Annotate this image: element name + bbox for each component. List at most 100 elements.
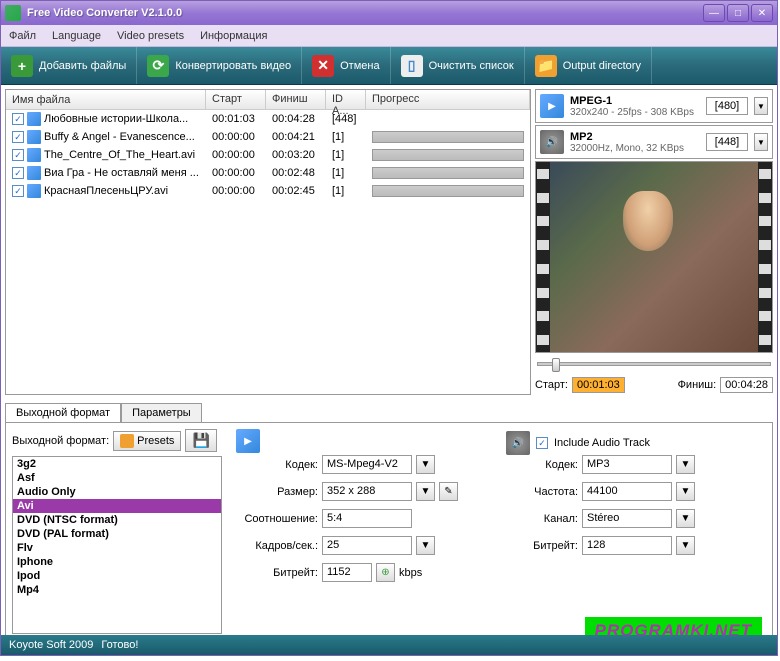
tab-format[interactable]: Выходной формат xyxy=(5,403,121,422)
add-files-button[interactable]: +Добавить файлы xyxy=(1,47,137,84)
audio-codec-select[interactable]: MP3 xyxy=(582,455,672,474)
list-item[interactable]: Ipod xyxy=(13,569,221,583)
checkbox-icon[interactable]: ✓ xyxy=(12,185,24,197)
progress-bar xyxy=(372,167,524,179)
speaker-icon: 🔊 xyxy=(506,431,530,455)
list-item[interactable]: Audio Only xyxy=(13,485,221,499)
menu-presets[interactable]: Video presets xyxy=(117,30,184,42)
video-file-icon xyxy=(27,148,41,162)
audio-format-value[interactable]: [448] xyxy=(706,133,748,151)
progress-bar xyxy=(372,185,524,197)
film-icon: ▶ xyxy=(236,429,260,453)
start-label: Старт: xyxy=(535,379,568,391)
col-start[interactable]: Старт xyxy=(206,90,266,109)
x-icon: ✕ xyxy=(312,55,334,77)
save-icon: 💾 xyxy=(192,432,209,449)
list-item[interactable]: DVD (PAL format) xyxy=(13,527,221,541)
output-format-label: Выходной формат: xyxy=(12,435,109,447)
video-settings: ▶ Кодек:MS-Mpeg4-V2▼ Размер:352 x 288▼✎ … xyxy=(232,429,482,645)
preview-frame xyxy=(550,162,758,352)
tab-params[interactable]: Параметры xyxy=(121,403,202,422)
clear-list-button[interactable]: ▯Очистить список xyxy=(391,47,525,84)
film-strip-right xyxy=(758,162,772,352)
table-row[interactable]: ✓Виа Гра - Не оставляй меня ...00:00:000… xyxy=(6,164,530,182)
doc-icon: ▯ xyxy=(401,55,423,77)
save-preset-button[interactable]: 💾 xyxy=(185,429,216,452)
checkbox-icon[interactable]: ✓ xyxy=(12,113,24,125)
chevron-down-icon[interactable]: ▼ xyxy=(676,509,695,528)
audio-format-spec: 32000Hz, Mono, 32 KBps xyxy=(570,143,700,154)
list-item[interactable]: Mp4 xyxy=(13,583,221,597)
file-list: Имя файла Старт Финиш ID А... Прогресс ✓… xyxy=(5,89,531,395)
window-title: Free Video Converter V2.1.0.0 xyxy=(27,7,701,19)
statusbar: Koyote Soft 2009 Готово! xyxy=(1,635,777,655)
chevron-down-icon[interactable]: ▼ xyxy=(676,536,695,555)
audio-format-name: MP2 xyxy=(570,131,700,143)
add-bitrate-button[interactable]: ⊕ xyxy=(376,563,395,582)
audio-channel-select[interactable]: Stéreo xyxy=(582,509,672,528)
table-row[interactable]: ✓Любовные истории-Школа...00:01:0300:04:… xyxy=(6,110,530,128)
menubar: Файл Language Video presets Информация xyxy=(1,25,777,47)
chevron-down-icon[interactable]: ▼ xyxy=(416,482,435,501)
checkbox-icon[interactable]: ✓ xyxy=(12,149,24,161)
chevron-down-icon[interactable]: ▼ xyxy=(416,536,435,555)
format-list[interactable]: 3g2AsfAudio OnlyAviDVD (NTSC format)DVD … xyxy=(12,456,222,634)
chevron-down-icon[interactable]: ▼ xyxy=(676,455,695,474)
checkbox-icon[interactable]: ✓ xyxy=(12,167,24,179)
output-dir-button[interactable]: 📁Output directory xyxy=(525,47,652,84)
list-item[interactable]: Flv xyxy=(13,541,221,555)
list-item[interactable]: Avi xyxy=(13,499,221,513)
audio-format-box: 🔊 MP232000Hz, Mono, 32 KBps [448] ▼ xyxy=(535,125,773,159)
video-bitrate-input[interactable]: 1152 xyxy=(322,563,372,582)
list-item[interactable]: DVD (NTSC format) xyxy=(13,513,221,527)
audio-freq-select[interactable]: 44100 xyxy=(582,482,672,501)
include-audio-checkbox[interactable]: ✓ xyxy=(536,437,548,449)
col-end[interactable]: Финиш xyxy=(266,90,326,109)
video-file-icon xyxy=(27,184,41,198)
edit-size-button[interactable]: ✎ xyxy=(439,482,458,501)
video-codec-select[interactable]: MS-Mpeg4-V2 xyxy=(322,455,412,474)
menu-file[interactable]: Файл xyxy=(9,30,36,42)
copyright: Koyote Soft 2009 xyxy=(9,639,93,651)
titlebar[interactable]: Free Video Converter V2.1.0.0 — □ ✕ xyxy=(1,1,777,25)
table-row[interactable]: ✓The_Centre_Of_The_Heart.avi00:00:0000:0… xyxy=(6,146,530,164)
chevron-down-icon[interactable]: ▼ xyxy=(754,133,768,151)
tab-body: Выходной формат: Presets 💾 3g2AsfAudio O… xyxy=(5,422,773,652)
video-file-icon xyxy=(27,166,41,180)
col-name[interactable]: Имя файла xyxy=(6,90,206,109)
table-row[interactable]: ✓Buffy & Angel - Evanescence...00:00:000… xyxy=(6,128,530,146)
preview-slider[interactable] xyxy=(535,355,773,373)
checkbox-icon[interactable]: ✓ xyxy=(12,131,24,143)
folder-icon: 📁 xyxy=(535,55,557,77)
video-size-select[interactable]: 352 x 288 xyxy=(322,482,412,501)
video-file-icon xyxy=(27,130,41,144)
chevron-down-icon[interactable]: ▼ xyxy=(754,97,768,115)
app-icon xyxy=(5,5,21,21)
video-fps-select[interactable]: 25 xyxy=(322,536,412,555)
refresh-icon: ⟳ xyxy=(147,55,169,77)
video-format-value[interactable]: [480] xyxy=(706,97,748,115)
menu-info[interactable]: Информация xyxy=(200,30,267,42)
start-time[interactable]: 00:01:03 xyxy=(572,377,625,393)
video-preview[interactable] xyxy=(535,161,773,353)
audio-bitrate-select[interactable]: 128 xyxy=(582,536,672,555)
minimize-button[interactable]: — xyxy=(703,4,725,22)
slider-thumb[interactable] xyxy=(552,358,560,372)
list-item[interactable]: Iphone xyxy=(13,555,221,569)
cancel-button[interactable]: ✕Отмена xyxy=(302,47,390,84)
end-time[interactable]: 00:04:28 xyxy=(720,377,773,393)
chevron-down-icon[interactable]: ▼ xyxy=(416,455,435,474)
close-button[interactable]: ✕ xyxy=(751,4,773,22)
status-message: Готово! xyxy=(101,639,138,651)
video-ratio-input[interactable]: 5:4 xyxy=(322,509,412,528)
maximize-button[interactable]: □ xyxy=(727,4,749,22)
convert-button[interactable]: ⟳Конвертировать видео xyxy=(137,47,302,84)
presets-button[interactable]: Presets xyxy=(113,431,181,451)
menu-language[interactable]: Language xyxy=(52,30,101,42)
list-item[interactable]: Asf xyxy=(13,471,221,485)
list-item[interactable]: 3g2 xyxy=(13,457,221,471)
col-id[interactable]: ID А... xyxy=(326,90,366,109)
chevron-down-icon[interactable]: ▼ xyxy=(676,482,695,501)
table-row[interactable]: ✓КраснаяПлесеньЦРУ.avi00:00:0000:02:45[1… xyxy=(6,182,530,200)
col-progress[interactable]: Прогресс xyxy=(366,90,530,109)
